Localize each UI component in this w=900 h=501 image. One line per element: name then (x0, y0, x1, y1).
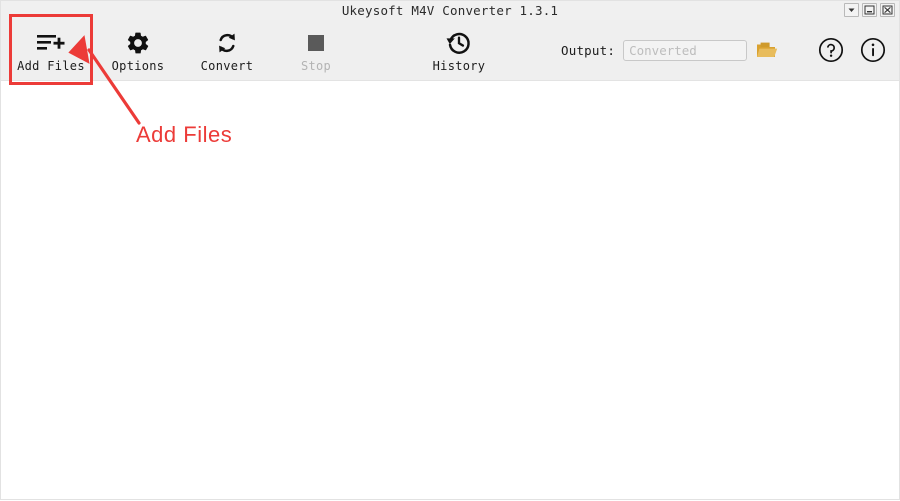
convert-button[interactable]: Convert (187, 20, 267, 80)
window-title: Ukeysoft M4V Converter 1.3.1 (341, 3, 559, 18)
add-files-icon (36, 28, 66, 58)
close-button[interactable] (880, 3, 895, 17)
window-controls (844, 3, 895, 17)
stop-button[interactable]: Stop (281, 20, 351, 80)
file-list-area[interactable] (1, 81, 899, 499)
help-button[interactable] (817, 36, 845, 64)
gear-icon (125, 28, 151, 58)
folder-open-icon (757, 42, 778, 57)
stop-label: Stop (300, 58, 332, 73)
history-clock-icon (445, 28, 473, 58)
right-icon-group (817, 20, 887, 80)
options-button[interactable]: Options (101, 20, 175, 80)
tray-dropdown-button[interactable] (844, 3, 859, 17)
minimize-button[interactable] (862, 3, 877, 17)
output-path-input[interactable] (623, 39, 748, 61)
dropdown-icon (848, 8, 855, 12)
options-label: Options (111, 58, 165, 73)
close-icon (882, 5, 893, 15)
history-label: History (432, 58, 486, 73)
output-group: Output: (561, 20, 779, 80)
application-window: Ukeysoft M4V Converter 1.3.1 Add Files O… (0, 0, 900, 500)
info-button[interactable] (859, 36, 887, 64)
toolbar: Add Files Options Convert Stop History O… (1, 20, 899, 81)
history-button[interactable]: History (419, 20, 499, 80)
title-bar: Ukeysoft M4V Converter 1.3.1 (1, 1, 899, 20)
help-circle-icon (818, 37, 844, 63)
refresh-icon (214, 28, 240, 58)
add-files-button[interactable]: Add Files (9, 20, 93, 80)
browse-folder-button[interactable] (755, 38, 779, 62)
output-label: Output: (561, 42, 616, 58)
add-files-label: Add Files (17, 58, 85, 73)
info-circle-icon (860, 37, 886, 63)
minimize-icon (864, 5, 875, 15)
stop-square-icon (305, 28, 327, 58)
convert-label: Convert (200, 58, 254, 73)
